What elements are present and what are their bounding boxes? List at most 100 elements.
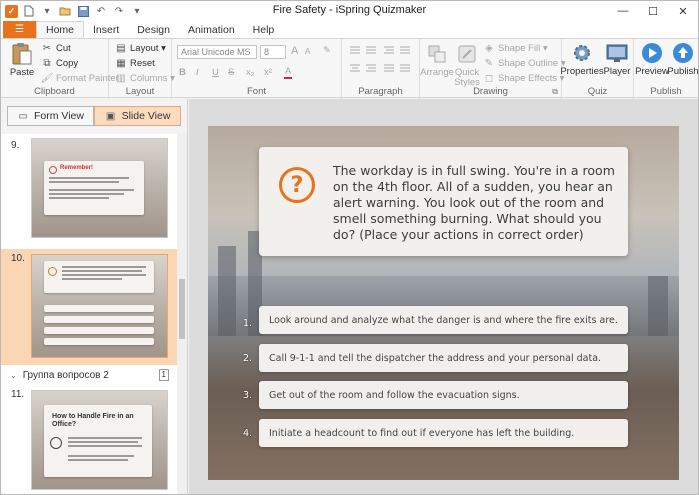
- minimize-button[interactable]: —: [608, 1, 638, 21]
- question-group-row[interactable]: ⌄ Группа вопросов 2 1: [1, 367, 177, 383]
- reset-button[interactable]: ▦ Reset: [115, 57, 155, 69]
- chevron-down-icon[interactable]: ⌄: [10, 371, 17, 380]
- subscript-button[interactable]: x₂: [246, 67, 254, 78]
- save-icon[interactable]: [76, 4, 90, 18]
- layout-icon: ▤: [116, 42, 126, 54]
- publish-label: Publish: [667, 66, 699, 77]
- strikethrough-button[interactable]: S: [228, 67, 234, 78]
- italic-button[interactable]: I: [196, 67, 199, 78]
- mini-line: [49, 197, 109, 199]
- font-group-label: Font: [246, 86, 266, 97]
- layout-button[interactable]: ▤ Layout ▾: [115, 42, 166, 54]
- tab-animation[interactable]: Animation: [179, 21, 244, 38]
- answer-item-2[interactable]: Call 9-1-1 and tell the dispatcher the a…: [259, 344, 628, 372]
- customize-toolbar-icon[interactable]: ▾: [130, 4, 144, 18]
- question-card[interactable]: ? The workday is in full swing. You're i…: [259, 147, 628, 256]
- thumbnail-scrollbar[interactable]: [177, 134, 187, 494]
- font-family-select[interactable]: Arial Unicode MS: [177, 45, 257, 59]
- mini-answer: [44, 316, 154, 323]
- slide-thumbnail-10[interactable]: 10.: [1, 249, 177, 365]
- mini-answer: [44, 338, 154, 345]
- player-button[interactable]: Player: [602, 41, 632, 77]
- paste-label: Paste: [9, 67, 35, 78]
- mini-question-card: [44, 261, 154, 293]
- file-menu-button[interactable]: ☰: [3, 21, 36, 38]
- new-file-icon[interactable]: [22, 4, 36, 18]
- slide-view-tab[interactable]: ▣ Slide View: [94, 106, 181, 126]
- tab-design[interactable]: Design: [128, 21, 179, 38]
- undo-icon[interactable]: ↶: [94, 4, 108, 18]
- font-size-select[interactable]: 8: [260, 45, 286, 59]
- tab-insert[interactable]: Insert: [84, 21, 128, 38]
- paste-button[interactable]: Paste: [7, 42, 37, 78]
- shape-fill-button[interactable]: ◈ Shape Fill ▾: [483, 42, 548, 54]
- slide-thumbnail-11[interactable]: 11. How to Handle Fire in an Office?: [1, 385, 177, 494]
- tab-help[interactable]: Help: [244, 21, 284, 38]
- slide-view-label: Slide View: [121, 110, 171, 122]
- preview-button[interactable]: Preview: [635, 41, 669, 77]
- tab-home[interactable]: Home: [36, 21, 85, 38]
- mini-line: [68, 455, 134, 457]
- shape-effects-button[interactable]: ◻ Shape Effects ▾: [483, 72, 565, 84]
- copy-label: Copy: [56, 57, 79, 69]
- publish-group: Preview Publish Publish: [634, 39, 698, 99]
- mini-line: [62, 270, 142, 272]
- slide-thumbnail-list[interactable]: 9. Remember! 10. ⌄ Группа вопросов 2 1 1…: [1, 134, 177, 494]
- mini-line: [68, 445, 142, 447]
- mini-line: [68, 437, 142, 439]
- answer-number: 3.: [243, 390, 253, 401]
- slides-panel: ▭ Form View ▣ Slide View 9. Remember! 10…: [1, 99, 188, 494]
- redo-icon[interactable]: ↷: [112, 4, 126, 18]
- format-painter-button[interactable]: 🖌 Format Painter: [41, 72, 119, 84]
- layout-group-label: Layout: [125, 86, 155, 97]
- copy-button[interactable]: ⧉ Copy: [41, 57, 78, 69]
- answer-item-3[interactable]: Get out of the room and follow the evacu…: [259, 381, 628, 409]
- mini-line: [49, 189, 134, 191]
- answer-item-1[interactable]: Look around and analyze what the danger …: [259, 306, 628, 334]
- dialog-launcher-icon[interactable]: ⧉: [552, 87, 558, 97]
- reset-label: Reset: [130, 57, 155, 69]
- slide-editor[interactable]: ? The workday is in full swing. You're i…: [208, 126, 679, 480]
- layout-group: ▤ Layout ▾ ▦ Reset ▥ Columns ▾ Layout: [109, 39, 175, 99]
- shrink-font-button[interactable]: A: [305, 47, 310, 56]
- ribbon-tabs: ☰ Home Insert Design Animation Help: [1, 21, 698, 38]
- scrollbar-thumb[interactable]: [179, 279, 185, 339]
- properties-button[interactable]: Properties: [560, 41, 604, 77]
- font-color-button[interactable]: A: [284, 66, 293, 79]
- building-shape: [218, 246, 236, 336]
- columns-button[interactable]: ▥ Columns ▾: [115, 72, 175, 84]
- slide-preview: How to Handle Fire in an Office?: [31, 390, 168, 490]
- paragraph-group: Paragraph: [342, 39, 420, 99]
- grow-font-button[interactable]: A: [291, 45, 298, 57]
- question-text[interactable]: The workday is in full swing. You're in …: [333, 163, 618, 243]
- window-controls: — ☐ ✕: [608, 1, 698, 21]
- maximize-button[interactable]: ☐: [638, 1, 668, 21]
- underline-button[interactable]: U: [212, 67, 219, 78]
- player-icon: [605, 41, 629, 65]
- mini-line: [49, 177, 129, 179]
- open-folder-icon[interactable]: [58, 4, 72, 18]
- app-logo-icon[interactable]: ✓: [5, 4, 18, 18]
- quick-styles-button[interactable]: Quick Styles: [453, 42, 481, 88]
- answer-item-4[interactable]: Initiate a headcount to find out if ever…: [259, 419, 628, 447]
- dropdown-chevron-icon[interactable]: ▾: [40, 4, 54, 18]
- slide-thumbnail-9[interactable]: 9. Remember!: [1, 136, 177, 249]
- slide-canvas: ? The workday is in full swing. You're i…: [189, 99, 698, 494]
- question-mark-icon: ?: [279, 167, 315, 203]
- paragraph-controls-icon[interactable]: [348, 45, 414, 79]
- superscript-button[interactable]: x²: [264, 67, 272, 78]
- mini-line: [49, 193, 124, 195]
- gear-icon: [570, 41, 594, 65]
- cut-button[interactable]: ✂ Cut: [41, 42, 71, 54]
- view-switcher: ▭ Form View ▣ Slide View: [7, 106, 182, 126]
- bold-button[interactable]: B: [179, 67, 186, 78]
- arrange-button[interactable]: Arrange: [420, 42, 454, 78]
- shape-outline-button[interactable]: ✎ Shape Outline ▾: [483, 57, 566, 69]
- slide-view-icon: ▣: [105, 110, 116, 122]
- properties-label: Properties: [560, 66, 604, 77]
- answer-text: Initiate a headcount to find out if ever…: [269, 427, 575, 439]
- clear-format-icon[interactable]: ✎: [323, 45, 331, 56]
- close-button[interactable]: ✕: [668, 1, 698, 21]
- publish-button[interactable]: Publish: [667, 41, 699, 77]
- form-view-tab[interactable]: ▭ Form View: [7, 106, 94, 126]
